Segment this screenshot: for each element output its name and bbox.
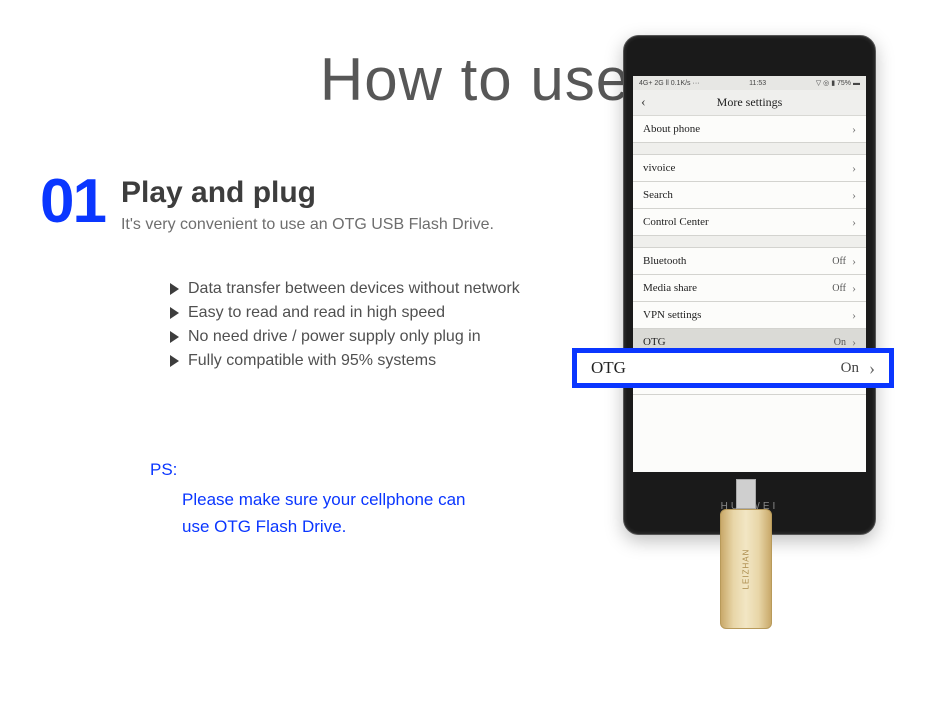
row-value: Off: [832, 256, 846, 267]
chevron-right-icon: ›: [869, 358, 875, 379]
row-rhs: Off ›: [832, 281, 856, 296]
chevron-right-icon: ›: [852, 122, 856, 137]
list-item: No need drive / power supply only plug i…: [170, 328, 560, 346]
list-item: Data transfer between devices without ne…: [170, 280, 560, 298]
row-label: Search: [643, 189, 673, 201]
settings-row[interactable]: Search ›: [633, 182, 866, 209]
bullet-text: No need drive / power supply only plug i…: [188, 328, 481, 346]
settings-row[interactable]: Bluetooth Off ›: [633, 248, 866, 275]
otg-callout: OTG On ›: [572, 348, 894, 388]
chevron-right-icon: ›: [852, 188, 856, 203]
status-right: ▽ ◎ ▮ 75% ▬: [816, 79, 860, 87]
status-time: 11:53: [749, 80, 766, 87]
usb-brand-text: LEIZHAN: [742, 549, 751, 590]
step-number: 01: [40, 174, 121, 230]
list-item: Easy to read and read in high speed: [170, 304, 560, 322]
settings-row[interactable]: Media share Off ›: [633, 275, 866, 302]
usb-connector: [736, 479, 756, 509]
row-label: vivoice: [643, 162, 675, 174]
callout-rhs: On ›: [841, 358, 875, 379]
bullet-text: Fully compatible with 95% systems: [188, 352, 436, 370]
ps-label: PS:: [150, 460, 480, 480]
chevron-right-icon: ›: [852, 281, 856, 296]
nav-header: ‹ More settings: [633, 90, 866, 116]
row-rhs: ›: [852, 188, 856, 203]
row-label: VPN settings: [643, 309, 701, 321]
triangle-bullet-icon: [170, 283, 179, 295]
bullet-text: Easy to read and read in high speed: [188, 304, 445, 322]
phone-screen: 4G+ 2G ll 0.1K/s ··· 11:53 ▽ ◎ ▮ 75% ▬ ‹…: [633, 76, 866, 472]
row-value: Off: [832, 283, 846, 294]
row-label: Bluetooth: [643, 255, 686, 267]
chevron-right-icon: ›: [852, 215, 856, 230]
bullet-text: Data transfer between devices without ne…: [188, 280, 520, 298]
row-label: Control Center: [643, 216, 709, 228]
triangle-bullet-icon: [170, 307, 179, 319]
step-subtitle: It's very convenient to use an OTG USB F…: [121, 216, 494, 234]
status-bar: 4G+ 2G ll 0.1K/s ··· 11:53 ▽ ◎ ▮ 75% ▬: [633, 76, 866, 90]
row-rhs: Off ›: [832, 254, 856, 269]
list-item: Fully compatible with 95% systems: [170, 352, 560, 370]
back-icon[interactable]: ‹: [641, 95, 646, 111]
ps-text: Please make sure your cellphone can use …: [150, 486, 480, 540]
left-column: 01 Play and plug It's very convenient to…: [0, 174, 560, 540]
row-rhs: ›: [852, 308, 856, 323]
step-header: 01 Play and plug It's very convenient to…: [40, 174, 560, 234]
row-rhs: ›: [852, 122, 856, 137]
row-label: Media share: [643, 282, 697, 294]
usb-drive: LEIZHAN: [720, 479, 772, 629]
settings-row[interactable]: About phone ›: [633, 116, 866, 143]
nav-title: More settings: [717, 95, 783, 110]
ps-note: PS: Please make sure your cellphone can …: [40, 460, 480, 540]
callout-value: On: [841, 360, 859, 377]
feature-list: Data transfer between devices without ne…: [40, 280, 560, 370]
step-title: Play and plug: [121, 176, 494, 210]
settings-spacer: [633, 236, 866, 248]
settings-spacer: [633, 143, 866, 155]
row-rhs: ›: [852, 215, 856, 230]
status-left: 4G+ 2G ll 0.1K/s ···: [639, 80, 700, 87]
step-title-block: Play and plug It's very convenient to us…: [121, 174, 494, 234]
settings-row[interactable]: VPN settings ›: [633, 302, 866, 329]
phone-mockup: 4G+ 2G ll 0.1K/s ··· 11:53 ▽ ◎ ▮ 75% ▬ ‹…: [623, 35, 876, 535]
row-label: OTG: [643, 336, 666, 348]
settings-row[interactable]: vivoice ›: [633, 155, 866, 182]
chevron-right-icon: ›: [852, 308, 856, 323]
chevron-right-icon: ›: [852, 254, 856, 269]
triangle-bullet-icon: [170, 355, 179, 367]
settings-row[interactable]: Control Center ›: [633, 209, 866, 236]
callout-label: OTG: [591, 358, 626, 378]
row-rhs: ›: [852, 161, 856, 176]
triangle-bullet-icon: [170, 331, 179, 343]
usb-body: LEIZHAN: [720, 509, 772, 629]
row-label: About phone: [643, 123, 700, 135]
row-value: On: [834, 337, 846, 348]
chevron-right-icon: ›: [852, 161, 856, 176]
